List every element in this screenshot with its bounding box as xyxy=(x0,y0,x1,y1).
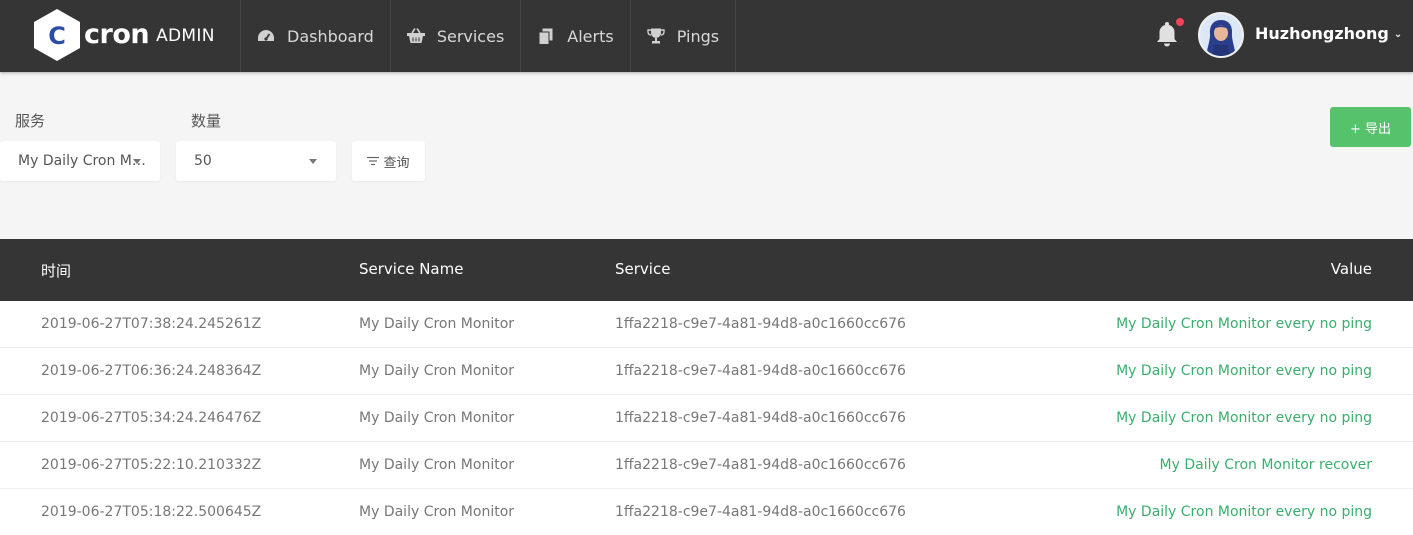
notification-badge xyxy=(1176,18,1184,26)
column-header-service-name[interactable]: Service Name xyxy=(359,260,463,278)
chevron-down-icon xyxy=(133,159,141,164)
username-label: Huzhongzhong xyxy=(1255,24,1389,43)
cell-service-name: My Daily Cron Monitor xyxy=(359,504,515,520)
export-button-label: + 导出 xyxy=(1349,121,1392,137)
service-filter-label: 服务 xyxy=(15,112,46,130)
nav-item-pings-label: Pings xyxy=(676,26,720,46)
cell-value: My Daily Cron Monitor recover xyxy=(1159,457,1372,473)
cell-time: 2019-06-27T05:18:22.500645Z xyxy=(41,504,262,520)
nav-item-services[interactable]: Services xyxy=(389,0,520,72)
export-button[interactable]: + 导出 xyxy=(1330,107,1411,147)
cell-value: My Daily Cron Monitor every no ping xyxy=(1116,504,1372,520)
user-menu[interactable]: Huzhongzhong ⌄ xyxy=(1255,24,1402,43)
nav-item-dashboard-label: Dashboard xyxy=(287,26,374,46)
cell-service: 1ffa2218-c9e7-4a81-94d8-a0c1660cc676 xyxy=(615,363,906,379)
top-navbar: C cron ADMIN Dashboard Services Alerts P… xyxy=(0,0,1413,72)
cell-service-name: My Daily Cron Monitor xyxy=(359,410,515,426)
cell-service: 1ffa2218-c9e7-4a81-94d8-a0c1660cc676 xyxy=(615,316,906,332)
nav-item-alerts[interactable]: Alerts xyxy=(520,0,629,72)
column-header-service[interactable]: Service xyxy=(615,260,670,278)
brand-name: cron xyxy=(84,18,150,50)
cell-value: My Daily Cron Monitor every no ping xyxy=(1116,410,1372,426)
cell-service: 1ffa2218-c9e7-4a81-94d8-a0c1660cc676 xyxy=(615,504,906,520)
nav-item-dashboard[interactable]: Dashboard xyxy=(240,0,390,72)
cell-service: 1ffa2218-c9e7-4a81-94d8-a0c1660cc676 xyxy=(615,410,906,426)
cell-time: 2019-06-27T05:22:10.210332Z xyxy=(41,457,262,473)
table-row[interactable]: 2019-06-27T07:38:24.245261Z My Daily Cro… xyxy=(0,301,1413,348)
table-row[interactable]: 2019-06-27T06:36:24.248364Z My Daily Cro… xyxy=(0,348,1413,395)
cell-value: My Daily Cron Monitor every no ping xyxy=(1116,363,1372,379)
table-row[interactable]: 2019-06-27T05:22:10.210332Z My Daily Cro… xyxy=(0,442,1413,489)
count-select[interactable]: 50 xyxy=(176,141,336,181)
query-button-label: 查询 xyxy=(383,155,410,171)
service-select[interactable]: My Daily Cron Monitor xyxy=(0,141,160,181)
cell-service-name: My Daily Cron Monitor xyxy=(359,457,515,473)
pings-table: 时间 Service Name Service Value 2019-06-27… xyxy=(0,239,1413,535)
gauge-icon xyxy=(257,27,275,45)
main-nav: Dashboard Services Alerts Pings xyxy=(240,0,737,72)
chevron-down-icon xyxy=(309,159,317,164)
nav-item-services-label: Services xyxy=(436,26,505,46)
trophy-icon xyxy=(647,27,665,45)
column-header-time[interactable]: 时间 xyxy=(41,260,71,281)
brand-logo[interactable]: C cron ADMIN xyxy=(32,6,215,64)
cell-time: 2019-06-27T06:36:24.248364Z xyxy=(41,363,262,379)
query-button[interactable]: 查询 xyxy=(352,141,425,181)
filter-icon xyxy=(367,156,380,166)
nav-item-pings[interactable]: Pings xyxy=(629,0,737,72)
basket-icon xyxy=(406,27,425,45)
cell-service-name: My Daily Cron Monitor xyxy=(359,316,515,332)
cell-value: My Daily Cron Monitor every no ping xyxy=(1116,316,1372,332)
column-header-value[interactable]: Value xyxy=(1331,260,1372,278)
cell-service-name: My Daily Cron Monitor xyxy=(359,363,515,379)
brand-suffix: ADMIN xyxy=(156,26,215,46)
nav-item-alerts-label: Alerts xyxy=(567,26,614,46)
count-select-value: 50 xyxy=(194,153,212,169)
table-row[interactable]: 2019-06-27T05:34:24.246476Z My Daily Cro… xyxy=(0,395,1413,442)
chevron-down-icon: ⌄ xyxy=(1393,29,1403,40)
logo-letter: C xyxy=(48,22,66,50)
table-header: 时间 Service Name Service Value xyxy=(0,239,1413,301)
cell-service: 1ffa2218-c9e7-4a81-94d8-a0c1660cc676 xyxy=(615,457,906,473)
cell-time: 2019-06-27T05:34:24.246476Z xyxy=(41,410,262,426)
table-row[interactable]: 2019-06-27T05:18:22.500645Z My Daily Cro… xyxy=(0,489,1413,535)
service-select-value: My Daily Cron Monitor xyxy=(18,153,150,169)
files-icon xyxy=(537,27,555,45)
avatar[interactable] xyxy=(1198,12,1244,58)
count-filter-label: 数量 xyxy=(191,112,222,130)
logo-hexagon-icon: C xyxy=(32,8,82,62)
cell-time: 2019-06-27T07:38:24.245261Z xyxy=(41,316,262,332)
